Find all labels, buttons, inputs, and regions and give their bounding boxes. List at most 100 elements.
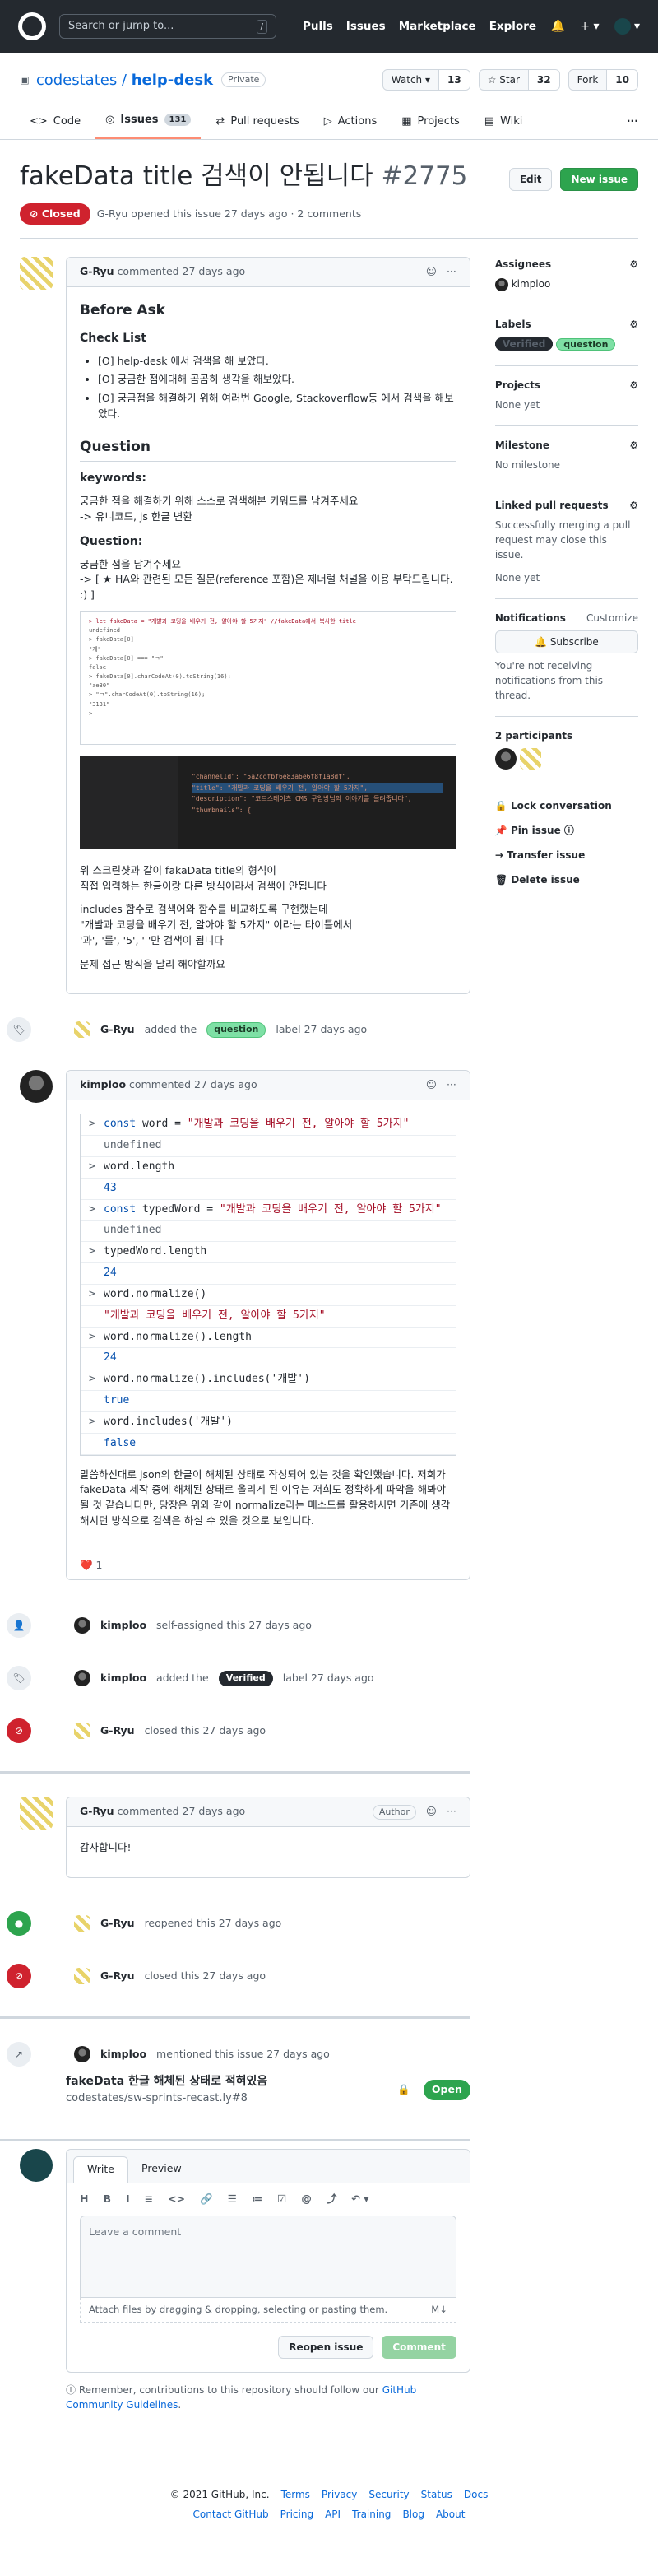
label-question[interactable]: question [556, 338, 616, 351]
tab-issues[interactable]: ◎ Issues 131 [95, 105, 202, 139]
user-menu-icon[interactable]: ▾ [614, 17, 640, 35]
console-output-image[interactable]: > const word = "개발과 코딩을 배우기 전, 알아야 할 5가지"… [80, 1114, 456, 1456]
avatar[interactable] [494, 277, 508, 291]
repo-owner-link[interactable]: codestates [36, 72, 117, 89]
more-icon[interactable]: ··· [447, 1077, 456, 1093]
nav-issues[interactable]: Issues [346, 18, 386, 35]
gear-icon[interactable]: ⚙ [629, 438, 638, 453]
tab-code[interactable]: <> Code [20, 107, 90, 139]
fork-button[interactable]: Fork 10 [568, 69, 638, 91]
notifications-icon[interactable]: 🔔 [551, 18, 565, 35]
gear-icon[interactable]: ⚙ [629, 498, 638, 513]
gear-icon[interactable]: ⚙ [629, 317, 638, 332]
label-verified[interactable]: Verified [494, 337, 554, 351]
event-user[interactable]: G-Ryu [100, 1723, 135, 1739]
avatar[interactable] [74, 1670, 90, 1687]
avatar[interactable] [494, 748, 517, 770]
tab-pull-requests[interactable]: ⇄ Pull requests [206, 107, 308, 139]
comment-time[interactable]: commented 27 days ago [129, 1077, 257, 1093]
footer-link-contact[interactable]: Contact GitHub [193, 2507, 269, 2522]
heading-icon[interactable]: H [80, 2192, 88, 2207]
comment-author[interactable]: G-Ryu [80, 1804, 114, 1820]
code-icon[interactable]: <> [168, 2192, 185, 2207]
lock-conversation-action[interactable]: 🔒 Lock conversation [495, 793, 638, 818]
assignee-name[interactable]: kimploo [512, 278, 551, 290]
footer-link-status[interactable]: Status [421, 2487, 452, 2502]
avatar[interactable] [519, 748, 541, 770]
reopen-issue-button[interactable]: Reopen issue [278, 2336, 374, 2360]
reference-icon[interactable]: ⤴ [327, 2192, 337, 2207]
edit-button[interactable]: Edit [508, 167, 553, 191]
bullet-list-icon[interactable]: ☰ [228, 2192, 237, 2207]
smiley-icon[interactable]: ☺ [426, 264, 437, 280]
event-user[interactable]: G-Ryu [100, 1969, 135, 1984]
task-list-icon[interactable]: ☑ [277, 2192, 286, 2207]
avatar[interactable] [20, 257, 53, 291]
avatar[interactable] [74, 1021, 90, 1039]
star-count[interactable]: 32 [527, 70, 559, 90]
footer-link-privacy[interactable]: Privacy [322, 2487, 357, 2502]
tab-actions[interactable]: ▷ Actions [314, 107, 387, 139]
more-icon[interactable]: ··· [447, 264, 456, 280]
attach-files-area[interactable]: Attach files by dragging & dropping, sel… [80, 2297, 456, 2323]
comment-author[interactable]: G-Ryu [80, 264, 114, 280]
pin-issue-action[interactable]: 📌 Pin issue ⓘ [495, 818, 638, 843]
event-user[interactable]: G-Ryu [100, 1022, 135, 1038]
create-new-icon[interactable]: + ▾ [580, 18, 599, 35]
new-issue-button[interactable]: New issue [560, 167, 638, 191]
star-button[interactable]: ☆ Star 32 [478, 69, 560, 91]
footer-link-blog[interactable]: Blog [402, 2507, 424, 2522]
customize-link[interactable]: Customize [586, 611, 638, 625]
comment-time[interactable]: commented 27 days ago [118, 264, 246, 280]
nav-pulls[interactable]: Pulls [303, 18, 333, 35]
footer-link-security[interactable]: Security [368, 2487, 409, 2502]
more-tabs-icon[interactable]: ··· [627, 114, 638, 139]
delete-issue-action[interactable]: 🗑 Delete issue [495, 867, 638, 892]
comment-time[interactable]: commented 27 days ago [118, 1804, 246, 1820]
editor-screenshot[interactable]: "channelId": "5a2cdfbf6e83a6e6f8f1a8df",… [80, 756, 456, 849]
footer-link-api[interactable]: API [325, 2507, 341, 2522]
footer-link-terms[interactable]: Terms [281, 2487, 310, 2502]
write-tab[interactable]: Write [73, 2156, 129, 2183]
avatar[interactable] [74, 2045, 90, 2062]
console-screenshot[interactable]: > let fakeData = "개발과 코딩을 배우기 전, 알아야 할 5… [80, 611, 456, 745]
comment-button[interactable]: Comment [382, 2336, 456, 2360]
avatar[interactable] [74, 1914, 90, 1932]
more-icon[interactable]: ··· [447, 1804, 456, 1820]
watch-button[interactable]: Watch ▾ 13 [382, 69, 470, 91]
mention-icon[interactable]: @ [301, 2192, 312, 2207]
event-user[interactable]: kimploo [100, 1618, 146, 1634]
nav-marketplace[interactable]: Marketplace [399, 18, 476, 35]
label-verified[interactable]: Verified [218, 1671, 273, 1686]
transfer-issue-action[interactable]: → Transfer issue [495, 843, 638, 867]
bold-icon[interactable]: B [103, 2192, 111, 2207]
tab-wiki[interactable]: ▤ Wiki [475, 107, 533, 139]
event-user[interactable]: kimploo [100, 1671, 146, 1686]
subscribe-button[interactable]: 🔔 Subscribe [494, 630, 638, 654]
search-input[interactable]: Search or jump to... / [59, 14, 276, 39]
footer-link-docs[interactable]: Docs [464, 2487, 488, 2502]
avatar[interactable] [74, 1617, 90, 1634]
tab-projects[interactable]: ▦ Projects [392, 107, 470, 139]
avatar[interactable] [74, 1967, 90, 1984]
avatar[interactable] [20, 1797, 53, 1830]
reaction-heart[interactable]: ❤️ 1 [67, 1550, 470, 1580]
footer-link-pricing[interactable]: Pricing [280, 2507, 313, 2522]
preview-tab[interactable]: Preview [128, 2156, 195, 2183]
avatar[interactable] [20, 2149, 53, 2183]
avatar[interactable] [20, 1070, 53, 1104]
event-user[interactable]: kimploo [100, 2047, 146, 2062]
quote-icon[interactable]: ≡ [145, 2192, 153, 2207]
github-logo-icon[interactable] [18, 12, 46, 40]
italic-icon[interactable]: I [126, 2192, 130, 2207]
mention-title[interactable]: fakeData 한글 해체된 상태로 적혀있음 [66, 2073, 267, 2090]
smiley-icon[interactable]: ☺ [426, 1077, 437, 1093]
link-icon[interactable]: 🔗 [200, 2192, 213, 2207]
gear-icon[interactable]: ⚙ [629, 378, 638, 393]
comment-author[interactable]: kimploo [80, 1077, 126, 1093]
repo-name-link[interactable]: help-desk [132, 72, 213, 89]
mention-ref[interactable]: codestates/sw-sprints-recast.ly#8 [66, 2090, 267, 2107]
gear-icon[interactable]: ⚙ [629, 257, 638, 272]
saved-replies-icon[interactable]: ↶ ▾ [351, 2192, 368, 2207]
smiley-icon[interactable]: ☺ [426, 1804, 437, 1820]
